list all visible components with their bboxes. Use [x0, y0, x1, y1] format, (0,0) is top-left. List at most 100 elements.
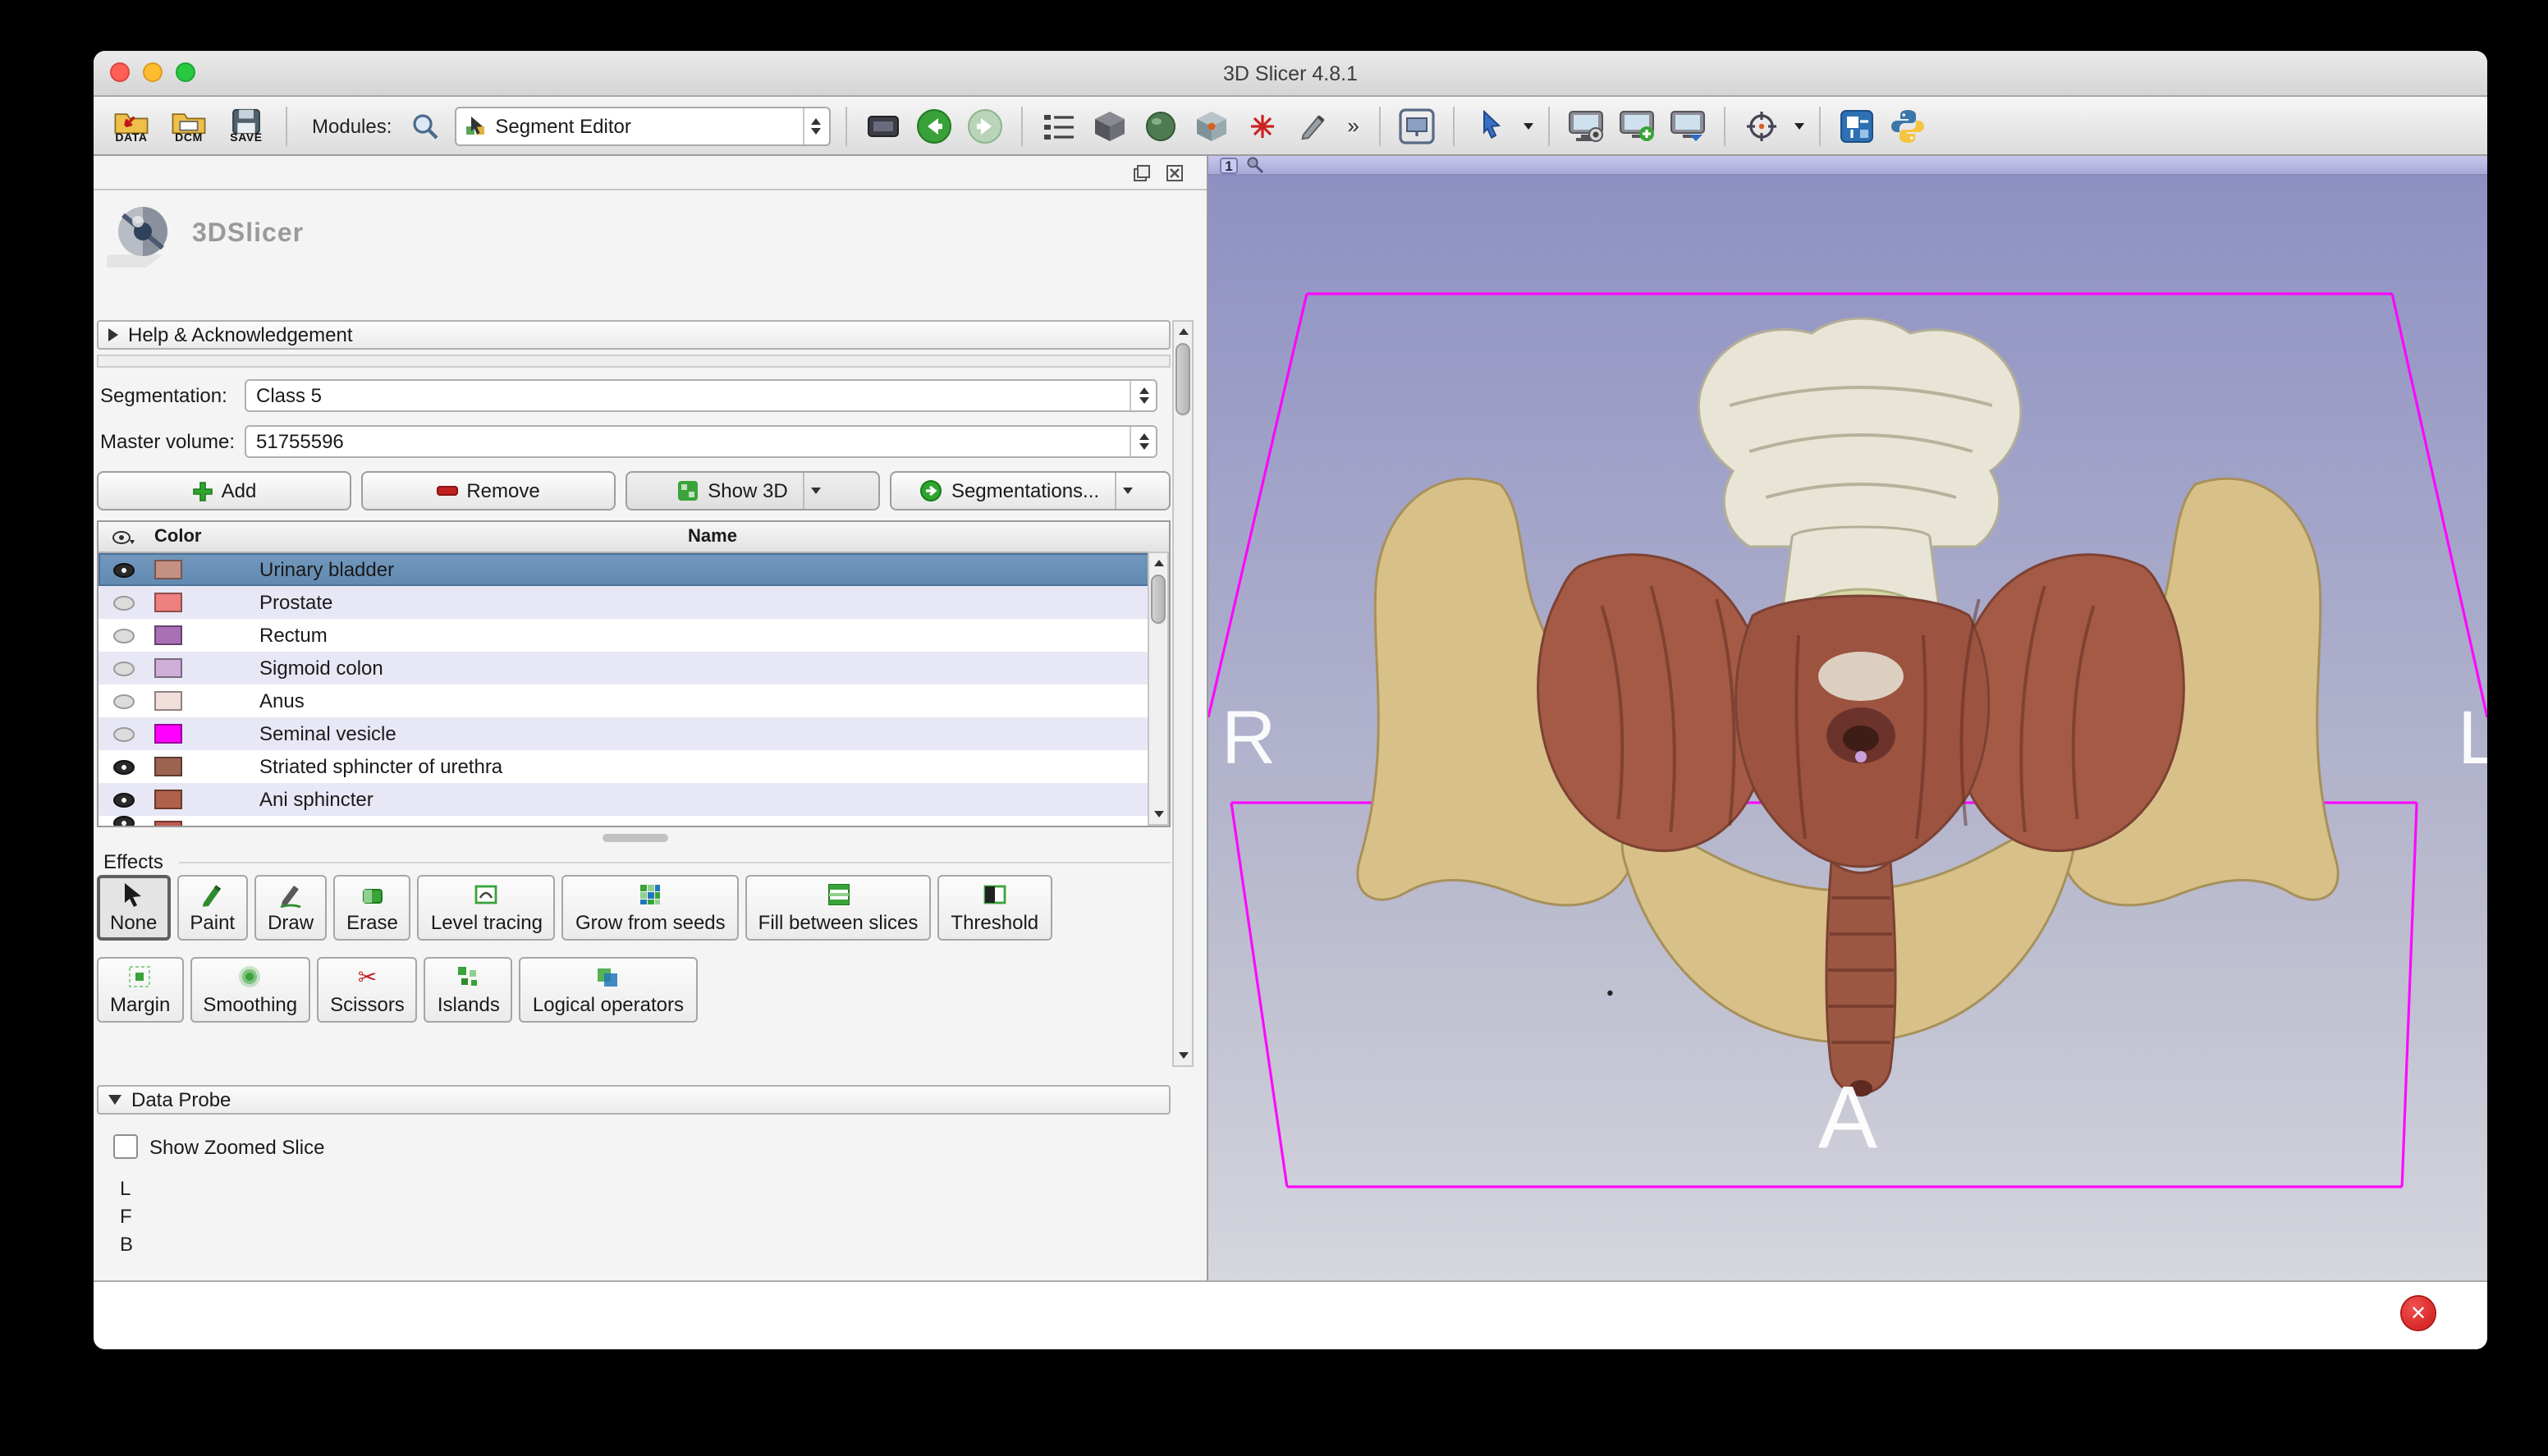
effect-draw-button[interactable]: Draw — [254, 875, 327, 941]
close-window-button[interactable] — [110, 62, 130, 82]
annotate-icon[interactable] — [1291, 104, 1334, 147]
python-console-icon[interactable] — [1886, 104, 1929, 147]
effect-scissors-button[interactable]: ✂ Scissors — [317, 957, 418, 1023]
scroll-down-button[interactable] — [1174, 1046, 1192, 1065]
save-button[interactable]: SAVE — [222, 108, 271, 144]
table-row[interactable]: Seminal vesicle — [99, 717, 1169, 750]
segment-color-cell[interactable] — [148, 593, 256, 612]
table-scrollbar[interactable] — [1148, 552, 1169, 826]
master-volume-combobox[interactable]: 51755596 — [245, 425, 1157, 458]
visibility-toggle[interactable] — [99, 792, 148, 807]
segment-color-cell[interactable] — [148, 658, 256, 678]
panel-scrollbar[interactable] — [1172, 320, 1194, 1067]
undock-panel-icon[interactable] — [1131, 163, 1151, 182]
extensions-manager-icon[interactable] — [1835, 104, 1878, 147]
show-3d-dropdown[interactable] — [803, 473, 829, 509]
capture-screenshot-icon[interactable] — [1565, 104, 1607, 147]
help-acknowledgement-section[interactable]: Help & Acknowledgement — [97, 320, 1171, 350]
segmentation-spinner[interactable] — [1130, 381, 1156, 410]
crosshair-icon[interactable] — [1740, 104, 1783, 147]
threed-view-controller-bar[interactable]: 1 — [1208, 156, 2487, 176]
scrollbar-thumb[interactable] — [1175, 343, 1190, 415]
visibility-toggle[interactable] — [99, 694, 148, 708]
module-forward-icon[interactable] — [963, 104, 1006, 147]
effect-logical-operators-button[interactable]: Logical operators — [520, 957, 697, 1023]
show-zoomed-slice-checkbox[interactable]: Show Zoomed Slice — [113, 1134, 324, 1159]
table-row[interactable]: Rectum — [99, 619, 1169, 652]
module-search-icon[interactable] — [403, 104, 446, 147]
segment-color-cell[interactable] — [148, 757, 256, 776]
threed-view[interactable]: 1 — [1208, 156, 2487, 1280]
visibility-toggle[interactable] — [99, 628, 148, 643]
effect-none-button[interactable]: None — [97, 875, 170, 941]
module-history-icon[interactable] — [861, 104, 904, 147]
effect-fill-between-slices-button[interactable]: Fill between slices — [745, 875, 932, 941]
color-column-header[interactable]: Color — [148, 527, 256, 547]
mouse-mode-icon[interactable] — [1469, 104, 1512, 147]
scene-view-restore-icon[interactable] — [1666, 104, 1709, 147]
table-row[interactable]: Sigmoid colon — [99, 652, 1169, 685]
module-back-icon[interactable] — [912, 104, 955, 147]
visibility-toggle[interactable] — [99, 661, 148, 675]
dicom-button[interactable]: DCM — [164, 108, 213, 144]
remove-segment-button[interactable]: Remove — [361, 471, 616, 511]
table-row-partial[interactable] — [99, 816, 1169, 827]
threed-viewport[interactable]: R L A — [1208, 176, 2487, 1280]
segment-color-cell[interactable] — [148, 691, 256, 711]
visibility-toggle[interactable] — [99, 759, 148, 774]
scroll-down-button[interactable] — [1149, 804, 1167, 824]
scrollbar-thumb[interactable] — [1151, 575, 1166, 624]
scroll-up-button[interactable] — [1149, 553, 1167, 573]
pin-icon[interactable] — [1246, 156, 1264, 174]
markups-icon[interactable] — [1240, 104, 1283, 147]
segmentation-combobox[interactable]: Class 5 — [245, 379, 1157, 412]
cube-view-icon[interactable] — [1088, 104, 1130, 147]
toolbar-overflow-chevron[interactable]: » — [1347, 113, 1359, 138]
minimize-window-button[interactable] — [143, 62, 163, 82]
show-3d-button[interactable]: Show 3D — [626, 471, 880, 511]
table-row[interactable]: Striated sphincter of urethra — [99, 750, 1169, 783]
close-panel-icon[interactable] — [1164, 163, 1184, 182]
segment-color-cell[interactable] — [148, 790, 256, 809]
module-selector-spinner[interactable] — [802, 108, 828, 144]
titlebar[interactable]: 3D Slicer 4.8.1 — [94, 51, 2487, 97]
segment-color-cell[interactable] — [148, 724, 256, 744]
mouse-mode-dropdown-caret[interactable] — [1524, 122, 1533, 129]
segmentations-dropdown[interactable] — [1114, 473, 1140, 509]
table-row[interactable]: Urinary bladder — [99, 553, 1169, 586]
table-row[interactable]: Prostate — [99, 586, 1169, 619]
table-row[interactable]: Anus — [99, 685, 1169, 717]
close-popup-button[interactable]: ✕ — [2402, 1297, 2435, 1330]
crosshair-dropdown-caret[interactable] — [1794, 122, 1804, 129]
visibility-toggle[interactable] — [99, 595, 148, 610]
effect-margin-button[interactable]: Margin — [97, 957, 183, 1023]
data-probe-section[interactable]: Data Probe — [97, 1085, 1171, 1115]
splitter-grip[interactable] — [603, 834, 668, 842]
volume-rendering-icon[interactable] — [1189, 104, 1232, 147]
visibility-toggle[interactable] — [99, 562, 148, 577]
module-selector-combobox[interactable]: Segment Editor — [454, 106, 830, 145]
effect-grow-from-seeds-button[interactable]: Grow from seeds — [562, 875, 739, 941]
selection-frame-icon[interactable] — [1395, 104, 1438, 147]
effect-threshold-button[interactable]: Threshold — [937, 875, 1052, 941]
load-data-button[interactable]: DATA — [107, 108, 156, 144]
effect-paint-button[interactable]: Paint — [176, 875, 248, 941]
scroll-up-button[interactable] — [1174, 322, 1192, 341]
sphere-view-icon[interactable] — [1139, 104, 1181, 147]
master-volume-spinner[interactable] — [1130, 427, 1156, 456]
zoom-window-button[interactable] — [176, 62, 195, 82]
effect-islands-button[interactable]: Islands — [424, 957, 513, 1023]
layout-select-icon[interactable] — [1037, 104, 1079, 147]
segment-color-cell[interactable] — [148, 625, 256, 645]
table-row[interactable]: Ani sphincter — [99, 783, 1169, 816]
effect-erase-button[interactable]: Erase — [333, 875, 411, 941]
add-segment-button[interactable]: Add — [97, 471, 351, 511]
segmentations-button[interactable]: Segmentations... — [890, 471, 1171, 511]
visibility-toggle[interactable] — [99, 726, 148, 741]
segment-color-cell[interactable] — [148, 560, 256, 579]
effect-level-tracing-button[interactable]: Level tracing — [418, 875, 556, 941]
name-column-header[interactable]: Name — [256, 527, 1169, 547]
scene-view-save-icon[interactable] — [1615, 104, 1658, 147]
visibility-column-header[interactable] — [99, 529, 148, 544]
effect-smoothing-button[interactable]: Smoothing — [190, 957, 310, 1023]
